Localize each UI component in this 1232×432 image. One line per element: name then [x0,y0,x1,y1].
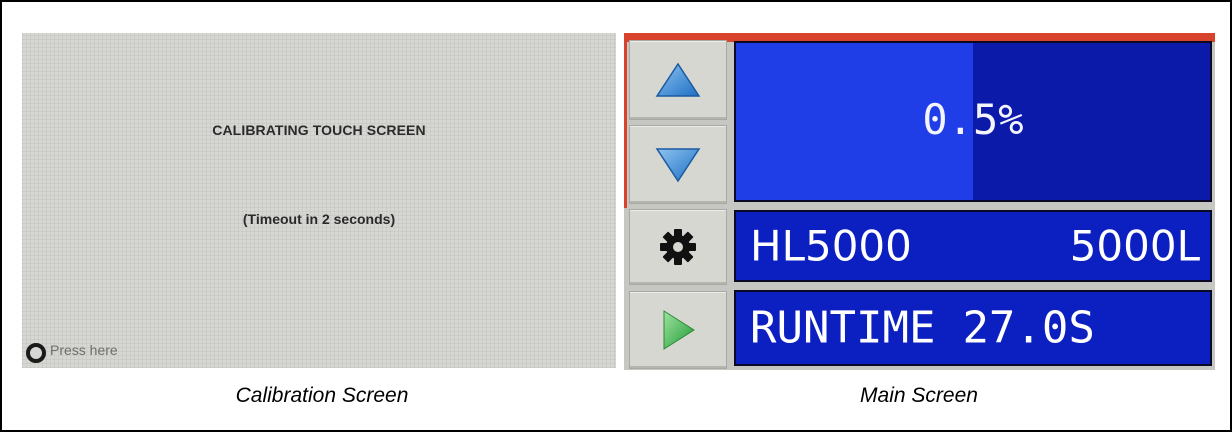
calibration-screen: CALIBRATING TOUCH SCREEN (Timeout in 2 s… [22,33,616,368]
runtime-panel: RUNTIME 27.0S [734,290,1212,366]
down-triangle-icon [655,147,701,182]
calibration-timeout-text: (Timeout in 2 seconds) [242,211,396,227]
runtime-value: 27.0S [962,302,1095,354]
value-display: 0.5% [922,95,1024,144]
gear-icon [660,229,696,265]
increase-button[interactable] [629,40,727,120]
start-button[interactable] [629,291,727,369]
main-screen: 0.5% HL5000 5000L RUNTIME 27.0S [624,33,1215,370]
model-panel: HL5000 5000L [734,210,1212,282]
calibration-title: CALIBRATING TOUCH SCREEN [212,122,426,138]
model-capacity: 5000L [1069,221,1200,271]
main-screen-caption: Main Screen [860,384,978,407]
play-icon [663,310,695,350]
left-accent-bar [624,33,627,208]
up-triangle-icon [655,62,701,97]
figure-frame: CALIBRATING TOUCH SCREEN (Timeout in 2 s… [0,0,1232,432]
settings-button[interactable] [629,209,727,285]
model-name: HL5000 [750,221,912,271]
calibration-screen-caption: Calibration Screen [235,384,409,407]
decrease-button[interactable] [629,125,727,204]
ring-target-icon[interactable] [26,343,46,363]
press-here-label[interactable]: Press here [50,342,118,358]
runtime-label: RUNTIME [750,302,936,354]
value-display-panel: 0.5% [734,41,1212,202]
